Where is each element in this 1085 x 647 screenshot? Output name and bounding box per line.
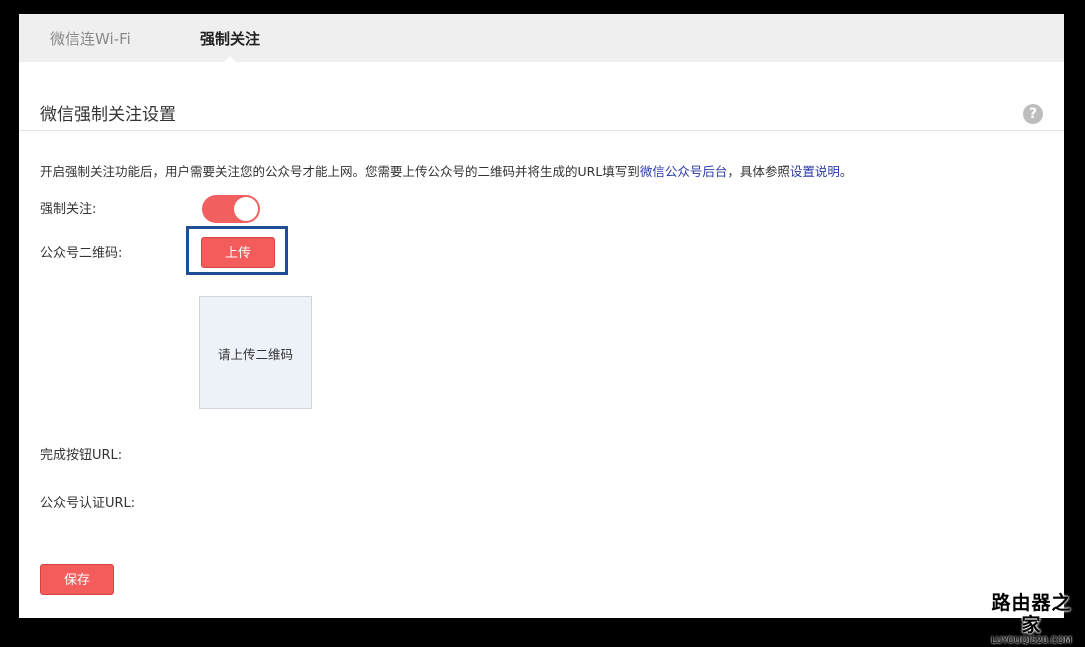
watermark-subtitle: LUYOUQI520.COM xyxy=(991,636,1072,646)
app-frame: 微信连Wi-Fi 强制关注 微信强制关注设置 ? 开启强制关注功能后，用户需要关… xyxy=(19,14,1064,618)
qr-code-label: 公众号二维码: xyxy=(40,246,123,261)
watermark-title: 路由器之家 xyxy=(991,592,1072,636)
section-divider xyxy=(19,130,1064,131)
description-end: 。 xyxy=(839,164,853,179)
description-text: 开启强制关注功能后，用户需要关注您的公众号才能上网。您需要上传公众号的二维码并将… xyxy=(40,164,852,180)
qr-placeholder-box: 请上传二维码 xyxy=(199,296,312,409)
upload-button[interactable]: 上传 xyxy=(201,237,275,268)
auth-url-label: 公众号认证URL: xyxy=(40,496,136,511)
tab-force-follow[interactable]: 强制关注 xyxy=(200,30,260,48)
section-title: 微信强制关注设置 xyxy=(40,105,176,125)
tab-wechat-wifi[interactable]: 微信连Wi-Fi xyxy=(50,30,131,48)
description-main: 开启强制关注功能后，用户需要关注您的公众号才能上网。您需要上传公众号的二维码并将… xyxy=(40,164,640,179)
force-follow-toggle[interactable] xyxy=(202,195,260,223)
done-button-url-label: 完成按钮URL: xyxy=(40,448,123,463)
force-follow-label: 强制关注: xyxy=(40,202,97,217)
question-circle-icon[interactable]: ? xyxy=(1023,104,1043,124)
active-tab-caret-icon xyxy=(224,56,236,62)
site-watermark: 路由器之家 LUYOUQI520.COM xyxy=(984,592,1079,646)
setup-guide-link[interactable]: 设置说明 xyxy=(790,164,840,179)
tab-bar: 微信连Wi-Fi 强制关注 xyxy=(19,14,1064,62)
toggle-knob xyxy=(234,197,258,221)
description-middle: ，具体参照 xyxy=(727,164,790,179)
wechat-backend-link[interactable]: 微信公众号后台 xyxy=(640,164,728,179)
save-button[interactable]: 保存 xyxy=(40,564,114,595)
qr-placeholder-text: 请上传二维码 xyxy=(217,347,293,362)
